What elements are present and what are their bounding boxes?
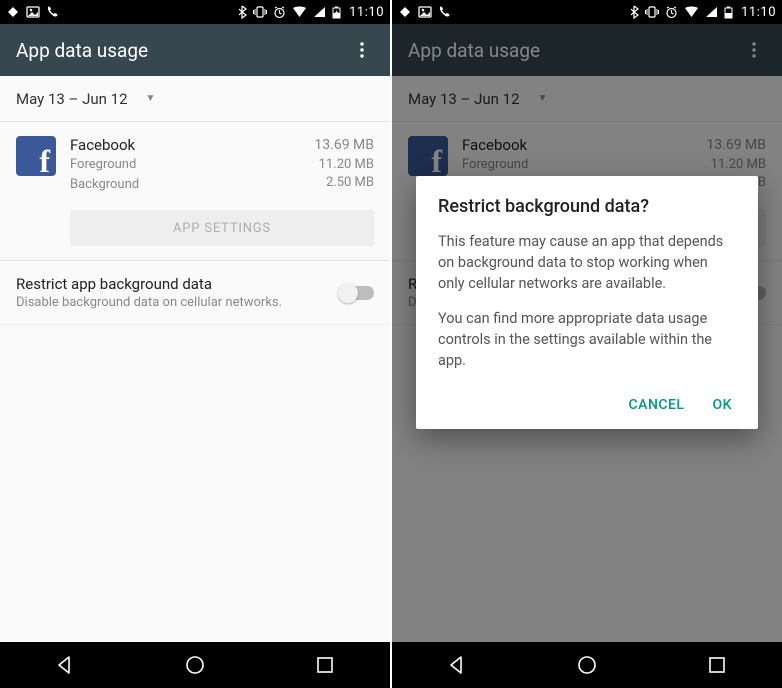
background-label: Background [70,176,314,194]
dialog-paragraph-1: This feature may cause an app that depen… [438,231,736,294]
back-button[interactable] [444,652,470,678]
status-clock: 11:10 [741,5,776,20]
ok-button[interactable]: OK [713,397,733,413]
vibrate-icon [645,6,659,18]
bluetooth-icon [630,5,639,19]
date-range-label: May 13 – Jun 12 [16,90,128,108]
phone-screen-left: 11:10 App data usage May 13 – Jun 12 ▼ F… [0,0,390,688]
empty-area [0,325,390,642]
app-bar: App data usage [0,24,390,76]
navigation-bar [392,642,782,688]
recents-button[interactable] [312,652,338,678]
dialog-paragraph-2: You can find more appropriate data usage… [438,308,736,371]
wifi-icon [684,6,699,18]
signal-icon [313,6,326,18]
more-options-icon[interactable] [350,38,374,62]
status-clock: 11:10 [349,5,384,20]
foreground-usage: 11.20 MB [314,156,374,174]
phone-screen-right: 11:10 App data usage May 13 – Jun 12 ▼ F… [392,0,782,688]
network-icon [398,6,412,18]
restrict-background-row[interactable]: Restrict app background data Disable bac… [0,261,390,325]
back-button[interactable] [52,652,78,678]
app-name: Facebook [70,136,314,154]
app-settings-button[interactable]: APP SETTINGS [70,210,374,246]
phone-icon [438,6,450,18]
recents-button[interactable] [704,652,730,678]
vibrate-icon [253,6,267,18]
background-usage: 2.50 MB [314,174,374,192]
restrict-dialog: Restrict background data? This feature m… [416,176,758,429]
facebook-app-icon [16,136,56,176]
dialog-body: This feature may cause an app that depen… [438,231,736,371]
network-icon [6,6,20,18]
date-range-dropdown[interactable]: May 13 – Jun 12 ▼ [0,76,390,122]
alarm-icon [665,6,678,19]
page-title: App data usage [16,39,148,62]
restrict-title: Restrict app background data [16,275,340,293]
signal-icon [705,6,718,18]
bluetooth-icon [238,5,247,19]
picture-icon [418,6,432,18]
navigation-bar [0,642,390,688]
battery-icon [724,6,733,19]
foreground-label: Foreground [70,156,314,174]
home-button[interactable] [574,652,600,678]
wifi-icon [292,6,307,18]
status-bar: 11:10 [392,0,782,24]
restrict-subtitle: Disable background data on cellular netw… [16,295,340,310]
alarm-icon [273,6,286,19]
status-bar: 11:10 [0,0,390,24]
chevron-down-icon: ▼ [146,93,156,104]
cancel-button[interactable]: CANCEL [629,397,685,413]
restrict-toggle[interactable] [340,286,374,300]
phone-icon [46,6,58,18]
battery-icon [332,6,341,19]
total-usage: 13.69 MB [314,136,374,156]
dialog-title: Restrict background data? [438,196,736,217]
picture-icon [26,6,40,18]
app-usage-section: Facebook Foreground Background 13.69 MB … [0,122,390,260]
home-button[interactable] [182,652,208,678]
